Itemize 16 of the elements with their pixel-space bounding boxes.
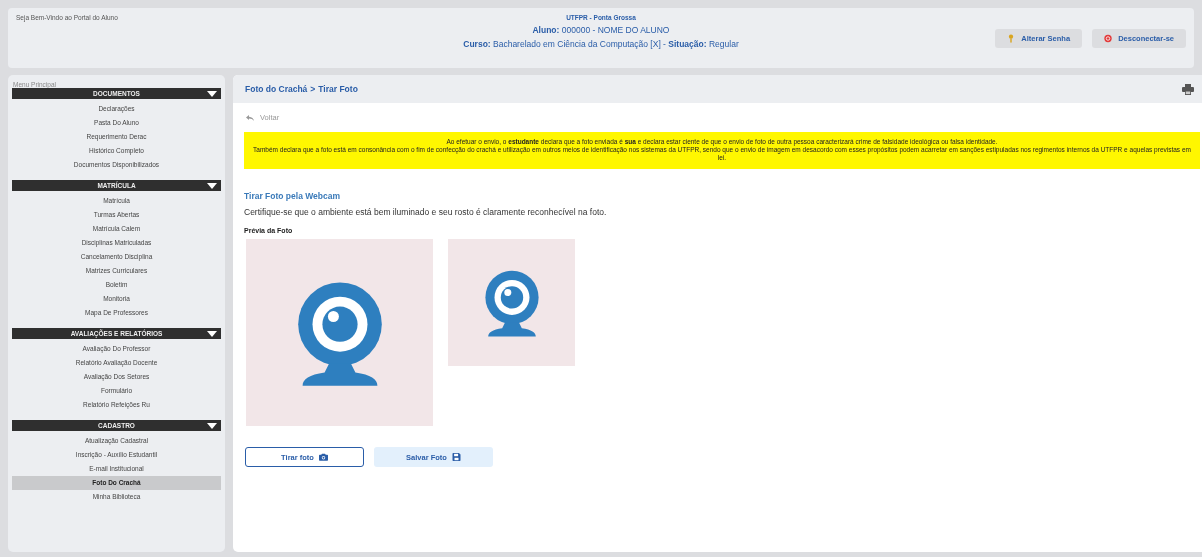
reply-arrow-icon bbox=[246, 114, 254, 121]
breadcrumb-link[interactable]: Foto do Crachá bbox=[245, 84, 308, 94]
breadcrumb-link[interactable]: Tirar Foto bbox=[318, 84, 358, 94]
dropdown-icon bbox=[207, 422, 217, 429]
camera-icon bbox=[318, 453, 328, 461]
key-icon bbox=[1007, 33, 1016, 43]
course-info: Curso: Bacharelado em Ciência da Computação [X] - Situação: Regular bbox=[463, 39, 739, 49]
dropdown-icon bbox=[207, 90, 217, 97]
dropdown-icon bbox=[207, 330, 217, 337]
student-info: Aluno: 000000 - NOME DO ALUNO bbox=[532, 25, 670, 35]
dropdown-icon bbox=[207, 182, 217, 189]
power-icon bbox=[1104, 33, 1113, 43]
print-icon[interactable] bbox=[1182, 83, 1194, 95]
instruction-text: Certifique-se que o ambiente está bem iluminado e seu rosto é claramente reconhecível na foto. bbox=[244, 207, 607, 217]
section-title: Tirar Foto pela Webcam bbox=[244, 191, 341, 201]
breadcrumb-separator: > bbox=[310, 84, 316, 94]
